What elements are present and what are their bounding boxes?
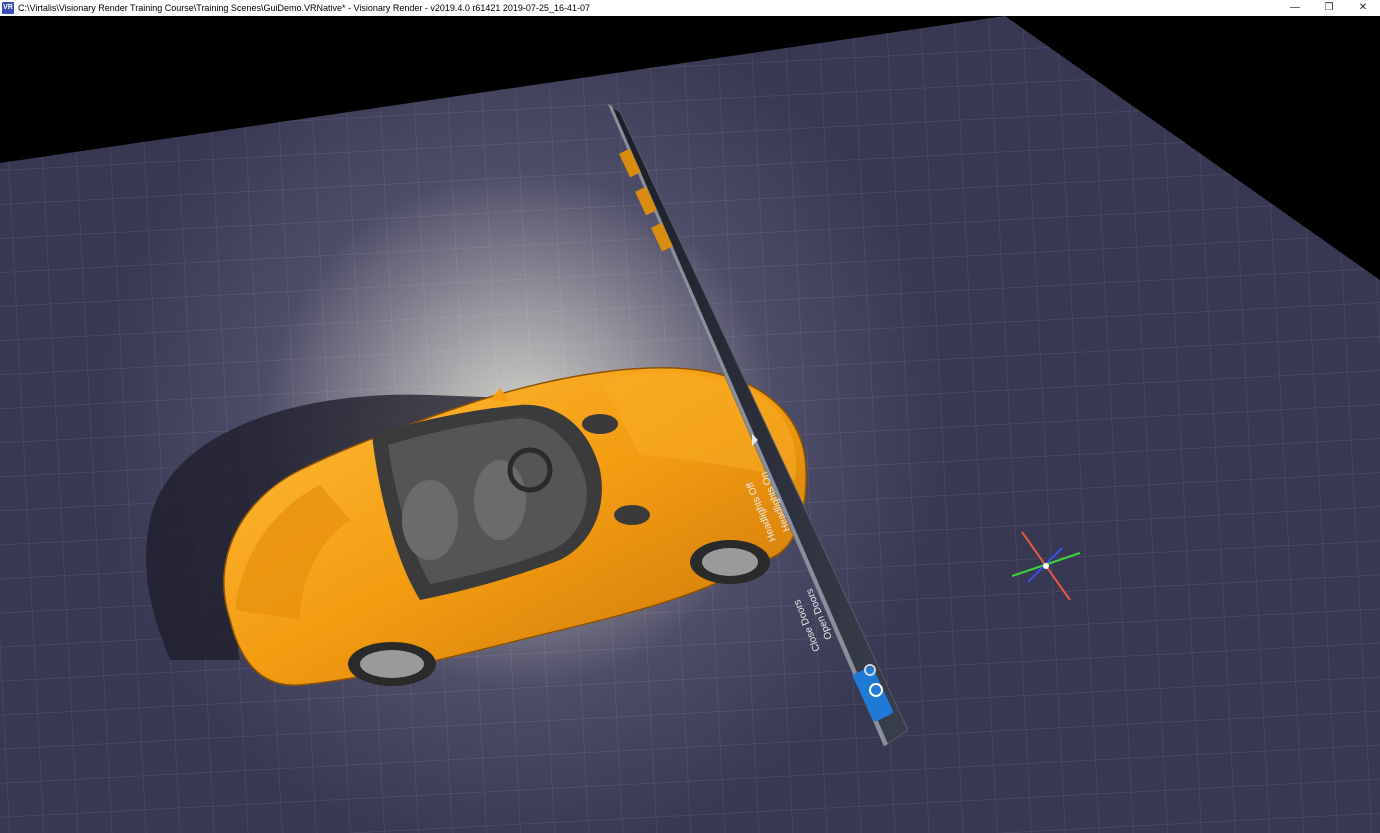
scene-canvas[interactable]: Open Doors Close Doors Headlights On Hea…: [0, 16, 1380, 833]
3d-viewport[interactable]: Open Doors Close Doors Headlights On Hea…: [0, 16, 1380, 833]
app-logo-icon: VR: [2, 2, 14, 14]
close-button[interactable]: ✕: [1346, 0, 1380, 16]
window-title: C:\Virtalis\Visionary Render Training Co…: [18, 3, 590, 13]
car-vent-right: [614, 505, 650, 525]
car-rim-front: [702, 548, 758, 576]
title-bar[interactable]: VR C:\Virtalis\Visionary Render Training…: [0, 0, 1380, 16]
application-window: VR C:\Virtalis\Visionary Render Training…: [0, 0, 1380, 833]
window-controls: — ❐ ✕: [1278, 0, 1380, 16]
car-rim-rear: [360, 650, 424, 678]
restore-button[interactable]: ❐: [1312, 0, 1346, 16]
car-seat-right: [474, 460, 526, 540]
minimize-button[interactable]: —: [1278, 0, 1312, 16]
car-seat-left: [402, 480, 458, 560]
car-vent-left: [582, 414, 618, 434]
gizmo-center: [1043, 563, 1049, 569]
